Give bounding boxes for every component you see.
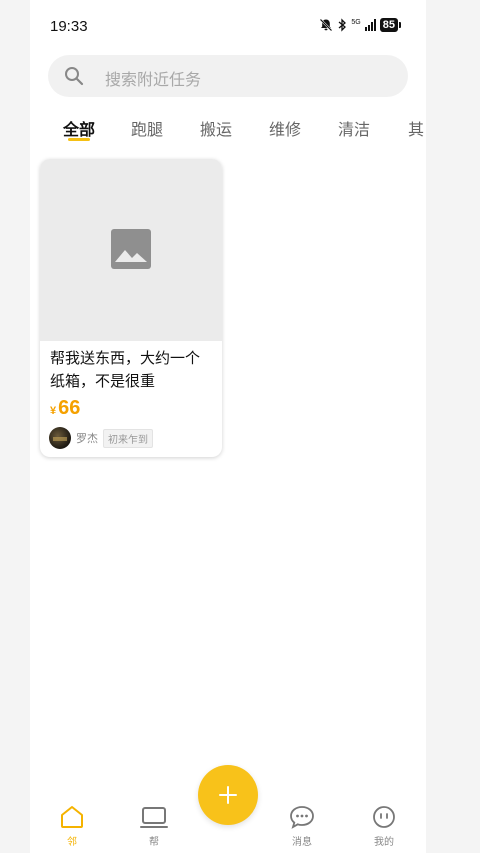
signal-icon bbox=[364, 19, 376, 31]
laptop-icon bbox=[140, 807, 168, 828]
plus-icon-vertical bbox=[226, 786, 230, 804]
network-type-label: 5G bbox=[351, 18, 361, 26]
status-bar: 19:33 5G 85 bbox=[30, 0, 426, 52]
task-title: 帮我送东西，大约一个纸箱，不是很重 bbox=[50, 349, 201, 390]
active-tab-indicator bbox=[68, 138, 90, 141]
bluetooth-icon bbox=[338, 18, 347, 32]
tab-moving[interactable]: 搬运 bbox=[200, 116, 232, 140]
task-card[interactable]: 帮我送东西，大约一个纸箱，不是很重 ¥66 罗杰 初来乍到 bbox=[40, 159, 222, 457]
home-icon bbox=[61, 806, 83, 828]
tab-repair[interactable]: 维修 bbox=[269, 116, 301, 140]
nav-profile[interactable]: 我的 bbox=[360, 805, 408, 851]
mute-bell-icon bbox=[320, 18, 333, 32]
poster-name: 罗杰 bbox=[76, 432, 98, 445]
nav-messages[interactable]: 消息 bbox=[278, 805, 326, 851]
profile-icon bbox=[373, 806, 395, 828]
nav-home[interactable]: 邻 bbox=[48, 805, 96, 851]
tab-cleaning[interactable]: 清洁 bbox=[338, 116, 370, 140]
task-poster: 罗杰 初来乍到 bbox=[49, 427, 153, 449]
tab-other[interactable]: 其 bbox=[408, 116, 424, 140]
task-price: ¥66 bbox=[50, 397, 80, 420]
category-tabs: 全部 跑腿 搬运 维修 清洁 其 bbox=[30, 112, 426, 148]
task-image-placeholder bbox=[40, 159, 222, 341]
nav-help[interactable]: 帮 bbox=[130, 805, 178, 851]
battery-indicator: 85 bbox=[379, 18, 402, 32]
search-placeholder: 搜索附近任务 bbox=[105, 70, 202, 89]
avatar bbox=[49, 427, 71, 449]
nav-messages-label: 消息 bbox=[292, 837, 312, 848]
search-icon bbox=[65, 67, 84, 86]
search-bar[interactable]: 搜索附近任务 bbox=[48, 55, 408, 97]
status-time: 19:33 bbox=[50, 18, 88, 35]
nav-home-label: 邻 bbox=[67, 837, 77, 848]
add-task-button[interactable] bbox=[198, 765, 258, 825]
tab-errands[interactable]: 跑腿 bbox=[131, 116, 163, 140]
price-value: 66 bbox=[58, 397, 81, 419]
nav-help-label: 帮 bbox=[149, 837, 159, 848]
status-icons: 5G 85 bbox=[319, 18, 402, 32]
chat-icon bbox=[290, 806, 314, 829]
price-currency: ¥ bbox=[50, 405, 57, 417]
image-icon bbox=[111, 229, 151, 269]
app-screen: 19:33 5G 85 搜索附近任务 全部 跑腿 搬运 维修 清洁 其 帮我送东… bbox=[30, 0, 426, 853]
poster-badge: 初来乍到 bbox=[103, 428, 153, 448]
tab-all[interactable]: 全部 bbox=[63, 116, 95, 140]
nav-profile-label: 我的 bbox=[374, 837, 394, 848]
